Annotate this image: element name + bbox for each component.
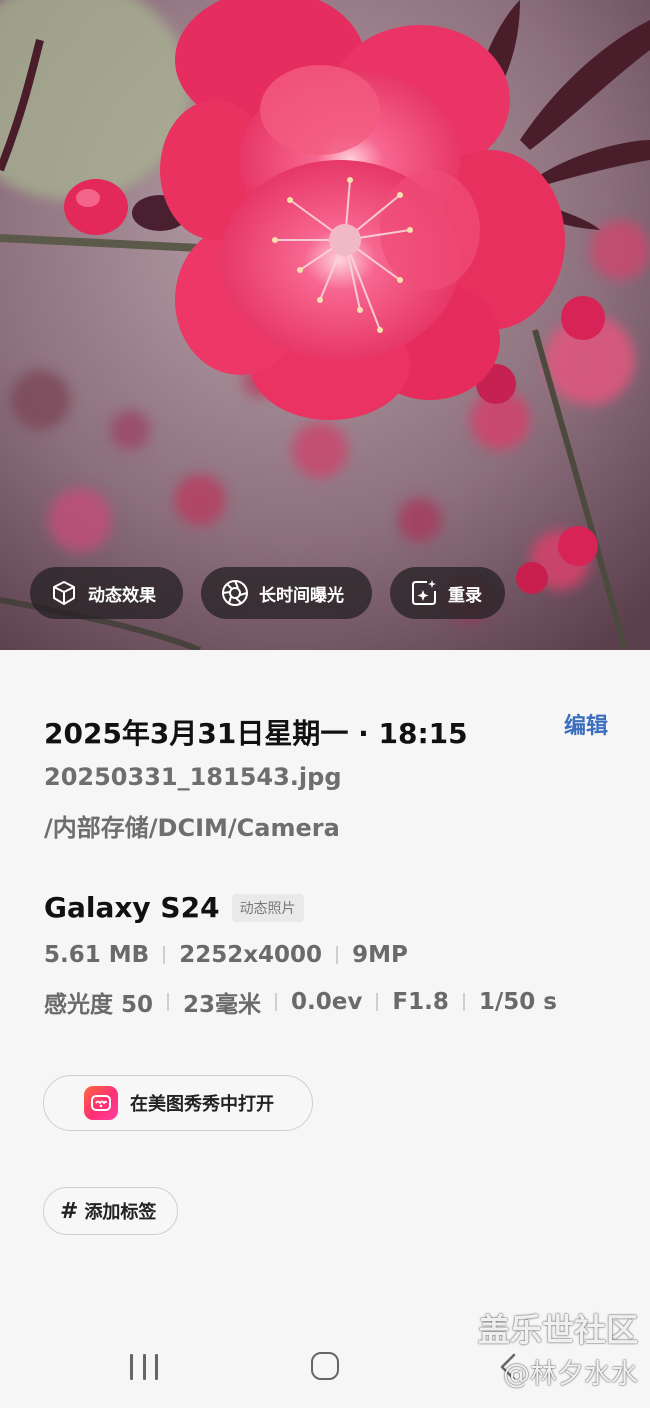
resolution: 2252x4000 [179,942,323,968]
divider [376,993,379,1011]
long-exposure-label: 长时间曝光 [259,585,344,606]
add-tag-label: 添加标签 [84,1202,157,1223]
motion-effect-button[interactable]: 动态效果 [30,567,183,619]
motion-cube-icon [48,577,80,609]
divider [462,993,465,1011]
meitu-app-icon [84,1086,118,1120]
open-in-meitu-button[interactable]: 在美图秀秀中打开 [43,1075,313,1131]
divider [275,993,278,1011]
motion-photo-badge: 动态照片 [231,893,304,922]
hash-icon: # [60,1198,79,1224]
shutter-speed: 1/50 s [478,989,557,1015]
add-tag-button[interactable]: # 添加标签 [43,1187,178,1235]
aperture: F1.8 [392,989,449,1015]
remaster-label: 重录 [448,585,482,606]
photo-details-sheet: 2025年3月31日星期一 · 18:15 编辑 20250331_181543… [0,650,650,1408]
device-row: Galaxy S24 动态照片 [44,891,304,924]
photo-action-row: 动态效果 长时间曝光 重录 [0,567,650,621]
divider [163,946,166,964]
long-exposure-button[interactable]: 长时间曝光 [201,567,372,619]
motion-effect-label: 动态效果 [88,585,156,606]
photo-viewer[interactable]: 动态效果 长时间曝光 重录 [0,0,650,650]
divider [167,993,170,1011]
iso: 感光度 50 [44,992,154,1018]
open-in-app-label: 在美图秀秀中打开 [130,1094,274,1115]
file-size: 5.61 MB [44,942,150,968]
divider [336,946,339,964]
file-name: 20250331_181543.jpg [44,763,342,791]
camera-meta-row: 感光度 50 23毫米 0.0ev F1.8 1/50 s [44,985,557,1019]
home-icon[interactable] [311,1352,339,1380]
file-path: /内部存储/DCIM/Camera [44,814,340,842]
capture-datetime: 2025年3月31日星期一 · 18:15 [44,717,468,750]
watermark-community: 盖乐世社区 [477,1311,638,1349]
watermark-author: @林夕水水 [503,1359,638,1390]
device-name: Galaxy S24 [44,891,220,924]
photo-image [0,0,650,650]
sparkle-frame-icon [408,577,440,609]
exposure-value: 0.0ev [291,989,363,1015]
edit-details-link[interactable]: 编辑 [564,708,608,740]
megapixels: 9MP [352,942,408,968]
file-meta-row: 5.61 MB 2252x4000 9MP [44,942,408,968]
aperture-icon [219,577,251,609]
remaster-button[interactable]: 重录 [390,567,505,619]
focal-length: 23毫米 [183,992,262,1018]
recents-icon[interactable] [130,1354,158,1380]
